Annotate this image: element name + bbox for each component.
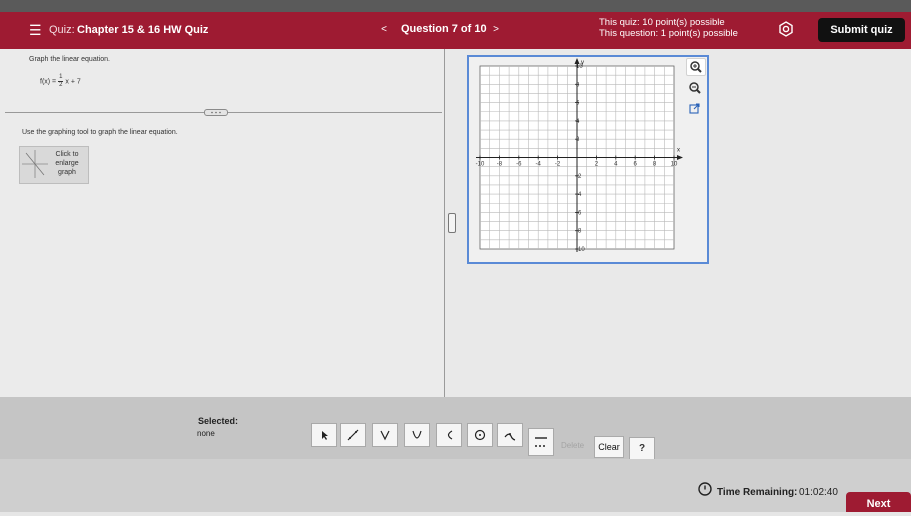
question-points: This question: 1 point(s) possible [599,28,738,39]
question-selector[interactable]: Question 7 of 10 [401,23,487,35]
quiz-prefix: Quiz: [49,24,75,36]
curve-icon [504,433,516,441]
zoom-in-icon[interactable] [686,58,706,76]
selected-label: Selected: [198,416,239,426]
equation: f(x) = 1 2 x + 7 [40,74,81,89]
quiz-header: ☰ Quiz: Chapter 15 & 16 HW Quiz < Questi… [0,12,911,49]
pane-resize-handle[interactable] [448,213,456,233]
fraction-denominator: 2 [59,82,63,88]
pointer-tool[interactable] [311,423,337,447]
delete-button[interactable]: Delete [561,436,584,456]
thumbnail-caption: Click to enlarge graph [55,151,79,176]
absolute-value-tool[interactable] [372,423,398,447]
exponential-tool[interactable] [497,423,523,447]
fraction-numerator: 1 [58,74,64,82]
equation-lhs: f(x) = [40,78,57,86]
prev-question-button[interactable]: < [376,22,392,38]
equation-rhs: x + 7 [65,78,81,86]
gear-icon[interactable] [778,21,794,37]
submit-quiz-button[interactable]: Submit quiz [818,18,905,42]
selected-value: none [197,429,215,438]
square-root-tool[interactable] [436,423,462,447]
v-shape-icon [380,430,390,441]
pointer-icon [322,431,328,440]
points-info: This quiz: 10 point(s) possible This que… [599,17,738,39]
zoom-out-icon[interactable] [686,80,704,96]
circle-point-icon [474,429,486,441]
quiz-footer [0,459,911,512]
line-tool[interactable] [340,423,366,447]
c-shape-icon [447,430,453,440]
line-style-tool[interactable] [528,428,554,456]
line-icon [347,429,359,441]
clock-icon [698,482,712,496]
line-style-icon [535,437,547,447]
graph-instruction: Use the graphing tool to graph the linea… [22,129,178,136]
graph-container [467,55,709,264]
popout-icon[interactable] [686,101,704,117]
circle-tool[interactable] [467,423,493,447]
next-question-button[interactable]: > [488,22,504,38]
fraction: 1 2 [58,74,64,89]
hamburger-icon[interactable]: ☰ [29,23,42,37]
quiz-title[interactable]: Chapter 15 & 16 HW Quiz [77,24,208,36]
browser-bezel [0,0,911,12]
help-button[interactable]: ? [629,437,655,461]
more-dots-icon[interactable] [204,109,228,116]
thumbnail-axes-icon [22,150,48,178]
u-shape-icon [412,430,422,439]
quiz-points: This quiz: 10 point(s) possible [599,17,725,28]
time-remaining-label: Time Remaining: [717,487,798,498]
time-remaining-value: 01:02:40 [799,487,838,498]
parabola-tool[interactable] [404,423,430,447]
question-prompt: Graph the linear equation. [29,56,110,63]
question-pane [0,49,445,415]
next-button[interactable]: Next [846,492,911,512]
clear-button[interactable]: Clear [594,436,624,458]
